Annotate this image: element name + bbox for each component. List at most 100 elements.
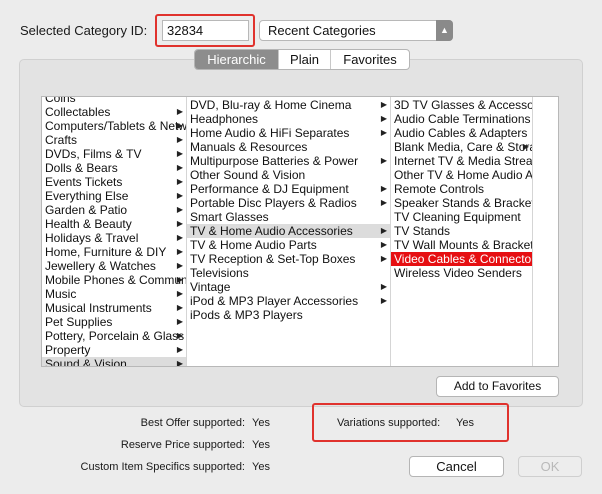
chevron-right-icon: ▶ [176,177,183,186]
category-column-3[interactable]: 3D TV Glasses & AccessoriesAudio Cable T… [391,97,533,366]
category-list-item[interactable]: Smart Glasses [187,210,390,224]
category-list-item[interactable]: iPods & MP3 Players [187,308,390,322]
category-list-item[interactable]: Collectables ▶ [42,105,186,119]
category-item-label: Manuals & Resources [190,140,308,154]
chevron-right-icon: ▶ [176,135,183,144]
chevron-right-icon: ▶ [176,345,183,354]
category-list-item[interactable]: Blank Media, Care & Storage▶ [391,140,532,154]
category-list-item[interactable]: Multipurpose Batteries & Power ▶ [187,154,390,168]
category-item-label: Property [45,343,91,357]
chevron-right-icon: ▶ [380,100,387,109]
custom-specifics-value: Yes [252,461,270,473]
category-list-item[interactable]: Pottery, Porcelain & Glass ▶ [42,329,186,343]
category-list-item[interactable]: Portable Disc Players & Radios ▶ [187,196,390,210]
category-list-item[interactable]: iPod & MP3 Player Accessories ▶ [187,294,390,308]
category-item-label: Collectables [45,105,111,119]
category-item-label: TV & Home Audio Parts [190,238,317,252]
category-list-item[interactable]: Speaker Stands & Brackets [391,196,532,210]
category-list-item[interactable]: Manuals & Resources [187,140,390,154]
category-item-label: Audio Cable Terminations [394,112,531,126]
chevron-right-icon: ▶ [176,205,183,214]
category-list-item[interactable]: Dolls & Bears ▶ [42,161,186,175]
category-list-item[interactable]: TV Stands [391,224,532,238]
category-list-item[interactable]: Mobile Phones & Communication▶ [42,273,186,287]
cancel-button[interactable]: Cancel [409,456,504,477]
category-item-label: Smart Glasses [190,210,269,224]
chevron-right-icon: ▶ [380,184,387,193]
category-list-item[interactable]: Audio Cables & Adapters [391,126,532,140]
category-list-item[interactable]: Events Tickets ▶ [42,175,186,189]
add-to-favorites-button[interactable]: Add to Favorites [436,376,559,397]
category-list-item[interactable]: Computers/Tablets & Networking▶ [42,119,186,133]
category-item-label: Pet Supplies [45,315,113,329]
category-item-label: Remote Controls [394,182,485,196]
category-item-label: Internet TV & Media Streamers [394,154,532,168]
category-list-item[interactable]: Wireless Video Senders [391,266,532,280]
category-item-label: Dolls & Bears [45,161,118,175]
category-list-item[interactable]: DVD, Blu-ray & Home Cinema ▶ [187,98,390,112]
tab-hierarchic[interactable]: Hierarchic [195,50,278,69]
category-item-label: Performance & DJ Equipment [190,182,349,196]
category-list-item[interactable]: Health & Beauty ▶ [42,217,186,231]
category-list-item[interactable]: Holidays & Travel ▶ [42,231,186,245]
category-list-item[interactable]: Vintage ▶ [187,280,390,294]
category-list-item[interactable]: 3D TV Glasses & Accessories [391,98,532,112]
category-item-label: TV Wall Mounts & Brackets [394,238,532,252]
category-list-item[interactable]: Televisions [187,266,390,280]
category-list-item[interactable]: TV Cleaning Equipment [391,210,532,224]
category-column-2[interactable]: DVD, Blu-ray & Home Cinema ▶ Headphones ▶ Ho… [187,97,391,366]
category-list-item[interactable]: Video Cables & Connectors [391,252,532,266]
category-list-item[interactable]: Musical Instruments ▶ [42,301,186,315]
category-list-item[interactable]: Home, Furniture & DIY ▶ [42,245,186,259]
category-item-label: Home Audio & HiFi Separates [190,126,350,140]
category-list-item[interactable]: Other TV & Home Audio Accessories [391,168,532,182]
category-list-item[interactable]: Audio Cable Terminations [391,112,532,126]
ok-button[interactable]: OK [518,456,582,477]
dropdown-arrows-icon[interactable]: ▲ [436,20,453,41]
category-list-item[interactable]: Pet Supplies ▶ [42,315,186,329]
category-item-label: TV Stands [394,224,451,238]
category-list-item[interactable]: Home Audio & HiFi Separates ▶ [187,126,390,140]
tab-plain[interactable]: Plain [278,50,330,69]
category-item-label: TV & Home Audio Accessories [190,224,353,238]
category-list-item[interactable]: Garden & Patio ▶ [42,203,186,217]
chevron-right-icon: ▶ [380,156,387,165]
category-item-label: Wireless Video Senders [394,266,522,280]
chevron-right-icon: ▶ [176,331,183,340]
tab-favorites[interactable]: Favorites [330,50,409,69]
category-list-item[interactable]: Other Sound & Vision [187,168,390,182]
category-item-label: TV Reception & Set-Top Boxes [190,252,356,266]
category-list-item[interactable]: Headphones ▶ [187,112,390,126]
category-item-label: Speaker Stands & Brackets [394,196,532,210]
category-list-item[interactable]: Property ▶ [42,343,186,357]
category-list-item[interactable]: Sound & Vision ▶ [42,357,186,366]
chevron-right-icon: ▶ [176,163,183,172]
category-item-label: DVD, Blu-ray & Home Cinema [190,98,352,112]
category-column-browser: Coins Collectables ▶ Computers/Tablets & Ne… [41,96,559,367]
category-list-item[interactable]: Music ▶ [42,287,186,301]
chevron-right-icon: ▶ [176,303,183,312]
category-list-item[interactable]: TV & Home Audio Accessories ▶ [187,224,390,238]
chevron-right-icon: ▶ [380,114,387,123]
category-list-item[interactable]: Remote Controls [391,182,532,196]
chevron-right-icon: ▶ [176,107,183,116]
category-list-item[interactable]: Everything Else ▶ [42,189,186,203]
category-list-item[interactable]: TV Reception & Set-Top Boxes ▶ [187,252,390,266]
category-list-item[interactable]: Internet TV & Media Streamers [391,154,532,168]
chevron-right-icon: ▶ [176,149,183,158]
category-list-item[interactable]: Coins [42,97,186,105]
category-item-label: DVDs, Films & TV [45,147,142,161]
category-list-item[interactable]: TV Wall Mounts & Brackets [391,238,532,252]
category-list-item[interactable]: Jewellery & Watches ▶ [42,259,186,273]
category-list-item[interactable]: Crafts ▶ [42,133,186,147]
category-list-item[interactable]: Performance & DJ Equipment ▶ [187,182,390,196]
chevron-right-icon: ▶ [176,233,183,242]
category-column-4[interactable] [533,97,558,366]
category-item-label: TV Cleaning Equipment [394,210,521,224]
category-column-1[interactable]: Coins Collectables ▶ Computers/Tablets & Ne… [42,97,187,366]
category-list-item[interactable]: TV & Home Audio Parts ▶ [187,238,390,252]
category-item-label: Music [45,287,77,301]
category-list-item[interactable]: DVDs, Films & TV ▶ [42,147,186,161]
category-item-label: Home, Furniture & DIY [45,245,167,259]
recent-categories-select[interactable]: Recent Categories ▲ [259,20,453,41]
